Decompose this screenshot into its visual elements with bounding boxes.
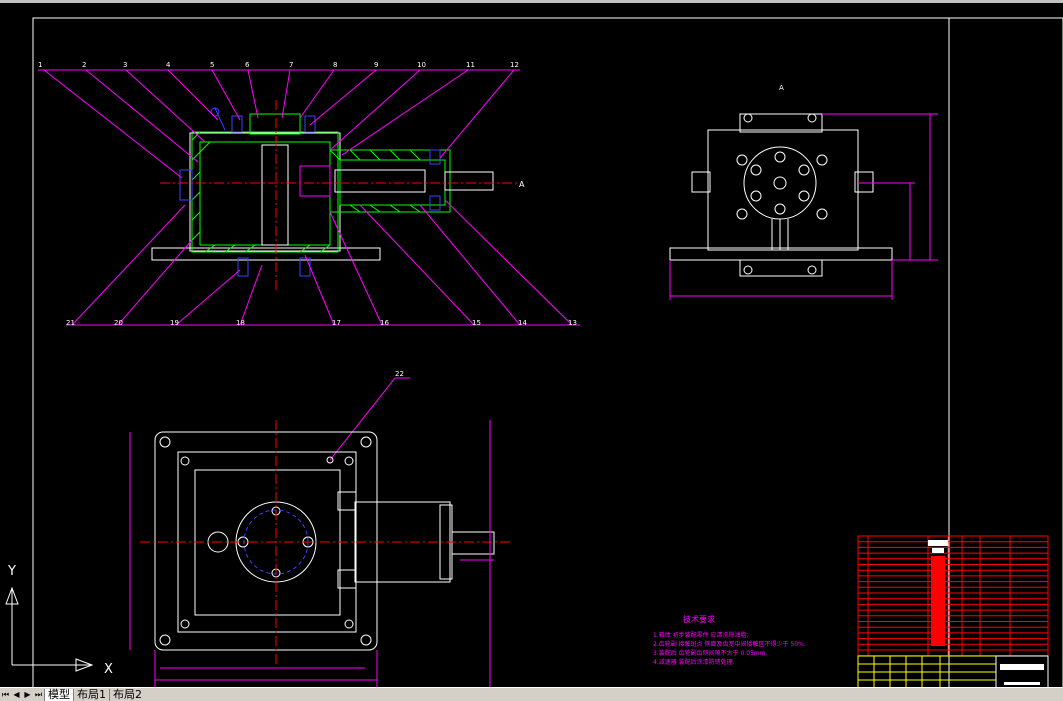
part-label-19: 19: [170, 319, 179, 327]
last-tab-button[interactable]: ⏭: [33, 689, 44, 700]
part-numbers: 1 2 3 4 5 6 7 8 9 10 11 12 21 20 19 18 1…: [38, 61, 577, 378]
part-label-16: 16: [380, 319, 389, 327]
tech-title: 技术要求: [683, 614, 715, 624]
tab-model[interactable]: 模型: [44, 688, 73, 701]
drawing-frame: [32, 17, 1063, 691]
part-label-2: 2: [82, 61, 86, 69]
part-label-10: 10: [417, 61, 426, 69]
top-view-center-lines: [140, 420, 510, 665]
part-label-20: 20: [114, 319, 123, 327]
ucs-y-label: Y: [7, 564, 16, 579]
first-tab-button[interactable]: ⏮: [0, 689, 11, 700]
part-label-15: 15: [472, 319, 481, 327]
technical-requirements: 技术要求 1.箱体 初步装配零件 应清洗除油脂; 2.齿轮副 接触斑点 侧面及齿…: [653, 614, 806, 666]
part-label-11: 11: [466, 61, 475, 69]
part-label-7: 7: [289, 61, 293, 69]
part-label-6: 6: [245, 61, 250, 69]
part-label-9: 9: [374, 61, 378, 69]
part-label-21: 21: [66, 319, 75, 327]
part-label-8: 8: [333, 61, 337, 69]
part-label-5: 5: [210, 61, 214, 69]
drawing-canvas[interactable]: A 1 2 3 4 5 6 7 8 9 10 11 12 21 20 19 18…: [0, 0, 1063, 701]
tech-note-1: 1.箱体 初步装配零件 应清洗除油脂;: [653, 631, 749, 639]
ucs-x-label: X: [104, 662, 113, 677]
top-view: [154, 431, 495, 651]
side-view-dimensions: [669, 113, 938, 300]
tech-note-4: 4.减速器 装配后涂漆防锈处理.: [653, 658, 735, 666]
part-label-18: 18: [236, 319, 245, 327]
part-label-13: 13: [568, 319, 577, 327]
part-label-17: 17: [332, 319, 341, 327]
part-label-14: 14: [518, 319, 527, 327]
view-marker-a: A: [779, 84, 784, 92]
part-label-12: 12: [510, 61, 519, 69]
leader-lines: [38, 69, 580, 461]
tab-layout-2[interactable]: 布局2: [109, 688, 145, 701]
prev-tab-button[interactable]: ◀: [11, 689, 22, 700]
part-label-3: 3: [123, 61, 127, 69]
front-section-view: A: [151, 100, 525, 290]
parts-list-table: [857, 535, 1049, 689]
tab-layout-1[interactable]: 布局1: [73, 688, 109, 701]
side-view-a: [669, 113, 893, 277]
next-tab-button[interactable]: ▶: [22, 689, 33, 700]
part-label-4: 4: [166, 61, 171, 69]
tech-note-2: 2.齿轮副 接触斑点 侧面及齿宽中间接触区不得少于 50%.: [653, 640, 806, 648]
section-marker-a: A: [519, 180, 525, 189]
ucs-icon: [5, 586, 94, 672]
part-label-1: 1: [38, 61, 42, 69]
tech-note-3: 3.装配后 齿轮副齿侧间隙不大于 0.05mm.: [653, 649, 768, 657]
part-label-22: 22: [395, 370, 404, 378]
layout-tab-bar: ⏮ ◀ ▶ ⏭ 模型 布局1 布局2: [0, 687, 1063, 701]
